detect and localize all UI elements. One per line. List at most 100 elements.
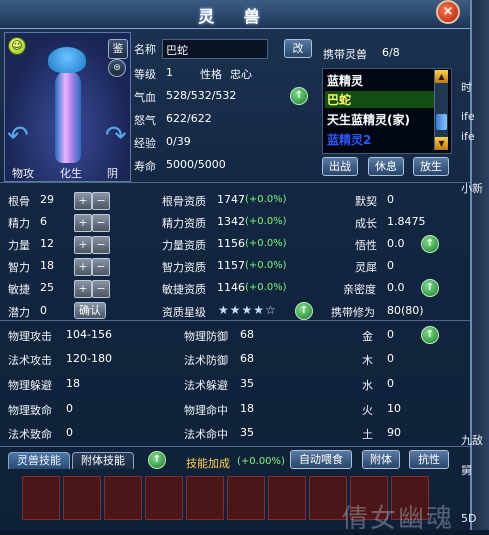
rage-value: 622/622 (166, 112, 212, 125)
carry-item-3[interactable]: 天生蓝精灵(家) (327, 111, 410, 128)
stat-liliang-plus-button[interactable]: + (74, 236, 92, 254)
attach-button[interactable]: 附体 (362, 450, 400, 469)
apt-gengu-label: 根骨资质 (162, 195, 206, 208)
pet-model-body (55, 71, 81, 163)
rotate-left-icon[interactable]: ↶ (7, 121, 29, 151)
element-metal-label: 金 (362, 330, 373, 343)
apt-zhili-value: 1157 (217, 259, 245, 272)
tab-pet-skills[interactable]: 灵兽技能 (8, 452, 70, 469)
confirm-button[interactable]: 确认 (74, 302, 106, 319)
magic-attack-label: 法术攻击 (8, 354, 52, 367)
rotate-right-icon[interactable]: ↷ (105, 121, 127, 151)
skill-slot-4[interactable] (145, 476, 183, 520)
yin-button[interactable]: 阴 (107, 165, 118, 181)
exp-value: 0/39 (166, 135, 191, 148)
aptitude-star-rating: ★★★★☆ (218, 303, 277, 317)
growth-value: 1.8475 (387, 215, 426, 228)
title-bar[interactable]: 灵 兽 (0, 0, 470, 29)
divider-3 (0, 446, 470, 447)
magic-crit-label: 法术致命 (8, 428, 52, 441)
stat-jingli-minus-button[interactable]: − (92, 214, 110, 232)
stat-jingli-value: 6 (40, 215, 47, 228)
level-value: 1 (166, 66, 173, 79)
apt-zhili-bonus: (+0.0%) (245, 260, 287, 271)
aptitude-upgrade-icon[interactable]: ↑ (295, 302, 313, 320)
phys-defense-label: 物理防御 (184, 330, 228, 343)
magic-hit-value: 35 (240, 426, 254, 439)
stat-jingli-plus-button[interactable]: + (74, 214, 92, 232)
carry-item-4[interactable]: 蓝精灵2 (327, 131, 371, 148)
tab-attach-skills[interactable]: 附体技能 (72, 452, 134, 469)
attack-button[interactable]: 物攻 (12, 165, 34, 181)
apt-minjie-value: 1146 (217, 281, 245, 294)
scroll-up-icon[interactable]: ▲ (435, 70, 448, 83)
apt-liliang-label: 力量资质 (162, 239, 206, 252)
side-tab-time[interactable]: 时 (459, 79, 489, 97)
lingxi-label: 灵犀 (355, 261, 377, 274)
stat-minjie-plus-button[interactable]: + (74, 280, 92, 298)
lingxi-value: 0 (387, 259, 394, 272)
rest-button[interactable]: 休息 (368, 157, 404, 176)
carry-scrollbar[interactable]: ▲ ▼ (434, 70, 448, 150)
stat-minjie-minus-button[interactable]: − (92, 280, 110, 298)
stat-zhili-minus-button[interactable]: − (92, 258, 110, 276)
carry-label: 携带灵兽 (323, 48, 367, 61)
skill-slot-3[interactable] (104, 476, 142, 520)
rage-label: 怒气 (134, 114, 156, 127)
intimacy-value: 0.0 (387, 281, 405, 294)
level-label: 等级 (134, 68, 156, 81)
skill-slot-2[interactable] (63, 476, 101, 520)
stat-gengu-minus-button[interactable]: − (92, 192, 110, 210)
skill-slot-7[interactable] (268, 476, 306, 520)
magic-attack-value: 120-180 (66, 352, 112, 365)
carry-count: 6/8 (382, 46, 400, 59)
phys-crit-value: 0 (66, 402, 73, 415)
element-upgrade-icon[interactable]: ↑ (421, 326, 439, 344)
intimacy-upgrade-icon[interactable]: ↑ (421, 279, 439, 297)
transform-button[interactable]: 化生 (60, 165, 82, 181)
magic-defense-label: 法术防御 (184, 354, 228, 367)
stat-liliang-minus-button[interactable]: − (92, 236, 110, 254)
stat-jingli-label: 精力 (8, 217, 30, 230)
divider-2 (0, 320, 470, 321)
savvy-value: 0.0 (387, 237, 405, 250)
nature-label: 性格 (200, 68, 222, 81)
apt-zhili-label: 智力资质 (162, 261, 206, 274)
element-metal-value: 0 (387, 328, 394, 341)
skill-slot-5[interactable] (186, 476, 224, 520)
phys-hit-value: 18 (240, 402, 254, 415)
apt-liliang-bonus: (+0.0%) (245, 238, 287, 249)
skill-slot-6[interactable] (227, 476, 265, 520)
carry-item-1[interactable]: 蓝精灵 (327, 72, 363, 89)
auto-feed-button[interactable]: 自动喂食 (290, 450, 352, 469)
appraise-button[interactable]: 鉴 (108, 39, 128, 59)
apt-gengu-value: 1747 (217, 193, 245, 206)
skill-bonus-label: 技能加成 (186, 457, 230, 470)
lock-icon[interactable]: ⊜ (108, 59, 126, 77)
close-button[interactable]: × (436, 0, 460, 24)
name-field[interactable]: 巴蛇 (162, 39, 268, 59)
magic-defense-value: 68 (240, 352, 254, 365)
rename-button[interactable]: 改 (284, 39, 312, 58)
carry-item-2-selected[interactable]: 巴蛇 (325, 91, 435, 108)
skill-slot-1[interactable] (22, 476, 60, 520)
apt-gengu-bonus: (+0.0%) (245, 194, 287, 205)
phys-hit-label: 物理命中 (184, 404, 228, 417)
carry-pet-list: 蓝精灵 巴蛇 天生蓝精灵(家) 蓝精灵2 (322, 68, 452, 154)
stat-zhili-plus-button[interactable]: + (74, 258, 92, 276)
battle-button[interactable]: 出战 (322, 157, 358, 176)
skill-upgrade-icon[interactable]: ↑ (148, 451, 166, 469)
hp-upgrade-icon[interactable]: ↑ (290, 87, 308, 105)
scroll-thumb[interactable] (436, 114, 447, 130)
resist-button[interactable]: 抗性 (409, 450, 449, 469)
phys-crit-label: 物理致命 (8, 404, 52, 417)
release-button[interactable]: 放生 (413, 157, 449, 176)
smile-icon[interactable]: ☺ (8, 37, 26, 55)
exp-label: 经验 (134, 137, 156, 150)
stat-minjie-value: 25 (40, 281, 54, 294)
savvy-upgrade-icon[interactable]: ↑ (421, 235, 439, 253)
scroll-down-icon[interactable]: ▼ (435, 137, 448, 150)
magic-hit-label: 法术命中 (184, 428, 228, 441)
stat-gengu-plus-button[interactable]: + (74, 192, 92, 210)
side-tab-jiu[interactable]: 舅 (459, 462, 489, 480)
